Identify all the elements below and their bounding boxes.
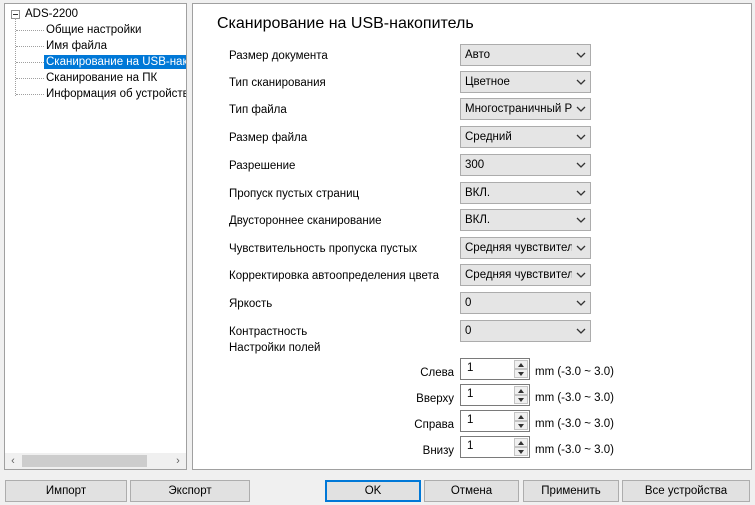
tree-item-label: Сканирование на USB-накопитель	[44, 55, 186, 69]
selected-value: Средняя чувствительность	[465, 269, 572, 281]
spin-down-icon[interactable]	[514, 421, 528, 430]
tree-item-scan-to-pc[interactable]: Сканирование на ПК	[16, 70, 159, 86]
cancel-button[interactable]: Отмена	[424, 480, 519, 502]
spin-down-icon[interactable]	[514, 447, 528, 456]
margin-top-range: mm (-3.0 ~ 3.0)	[535, 392, 614, 404]
selected-value: Цветное	[465, 76, 510, 88]
duplex-scan-select[interactable]: ВКЛ.	[460, 209, 591, 231]
selected-value: Многостраничный PDF	[465, 103, 572, 115]
spin-up-icon[interactable]	[514, 412, 528, 421]
settings-panel: Сканирование на USB-накопитель Размер до…	[192, 3, 752, 470]
chevron-down-icon	[572, 245, 590, 251]
spin-up-icon[interactable]	[514, 386, 528, 395]
page-title: Сканирование на USB-накопитель	[217, 15, 474, 32]
export-button[interactable]: Экспорт	[130, 480, 250, 502]
import-button[interactable]: Импорт	[5, 480, 127, 502]
tree-item-label: Информация об устройстве	[46, 88, 187, 100]
selected-value: Средняя чувствительность	[465, 242, 572, 254]
stepper-value[interactable]: 1	[467, 388, 473, 400]
file-size-select[interactable]: Средний	[460, 126, 591, 148]
selected-value: ВКЛ.	[465, 187, 491, 199]
chevron-down-icon	[572, 134, 590, 140]
spin-up-icon[interactable]	[514, 360, 528, 369]
brightness-select[interactable]: 0	[460, 292, 591, 314]
tree-item-label: Имя файла	[46, 40, 107, 52]
chevron-down-icon	[572, 217, 590, 223]
margin-right-stepper[interactable]: 1	[460, 410, 530, 432]
margin-right-label: Справа	[414, 419, 454, 431]
stepper-value[interactable]: 1	[467, 414, 473, 426]
skip-blank-sensitivity-select[interactable]: Средняя чувствительность	[460, 237, 591, 259]
brightness-label: Яркость	[229, 298, 273, 310]
skip-blank-page-select[interactable]: ВКЛ.	[460, 182, 591, 204]
margin-left-range: mm (-3.0 ~ 3.0)	[535, 366, 614, 378]
tree-root[interactable]: ADS-2200	[11, 6, 78, 22]
chevron-down-icon	[572, 272, 590, 278]
resolution-select[interactable]: 300	[460, 154, 591, 176]
chevron-down-icon	[572, 52, 590, 58]
selected-value: 300	[465, 159, 485, 171]
margin-top-label: Вверху	[416, 393, 454, 405]
stepper-buttons	[514, 360, 528, 378]
selected-value: 0	[465, 325, 472, 337]
chevron-down-icon	[572, 300, 590, 306]
tree-item-general[interactable]: Общие настройки	[16, 22, 143, 38]
margin-left-label: Слева	[420, 367, 454, 379]
tree-item-label: Сканирование на ПК	[46, 72, 158, 84]
scan-type-select[interactable]: Цветное	[460, 71, 591, 93]
spin-down-icon[interactable]	[514, 369, 528, 378]
chevron-down-icon	[572, 106, 590, 112]
skip-blank-sensitivity-label: Чувствительность пропуска пустых	[229, 243, 418, 255]
chevron-down-icon	[572, 190, 590, 196]
file-type-label: Тип файла	[229, 104, 287, 116]
resolution-label: Разрешение	[229, 160, 296, 172]
ok-button[interactable]: OK	[325, 480, 421, 502]
stepper-value[interactable]: 1	[467, 440, 473, 452]
chevron-down-icon	[572, 79, 590, 85]
file-type-select[interactable]: Многостраничный PDF	[460, 98, 591, 120]
file-size-label: Размер файла	[229, 132, 308, 144]
margin-bottom-stepper[interactable]: 1	[460, 436, 530, 458]
tree-item-scan-to-usb[interactable]: Сканирование на USB-накопитель	[16, 54, 186, 70]
tree-item-file-name[interactable]: Имя файла	[16, 38, 109, 54]
spin-down-icon[interactable]	[514, 395, 528, 404]
document-size-select[interactable]: Авто	[460, 44, 591, 66]
selected-value: ВКЛ.	[465, 214, 491, 226]
chevron-down-icon	[572, 162, 590, 168]
selected-value: Авто	[465, 49, 491, 61]
scroll-right-icon[interactable]: ›	[170, 453, 186, 469]
tree-root-label: ADS-2200	[25, 8, 79, 20]
selected-value: 0	[465, 297, 472, 309]
contrast-label: Контрастность	[229, 326, 308, 338]
margins-title: Настройки полей	[229, 342, 321, 354]
auto-color-detect-adjust-select[interactable]: Средняя чувствительность	[460, 264, 591, 286]
device-tree[interactable]: ADS-2200 Общие настройки Имя файла Скани…	[4, 3, 187, 470]
scroll-left-icon[interactable]: ‹	[5, 453, 21, 469]
tree-item-label: Общие настройки	[46, 24, 142, 36]
margin-left-stepper[interactable]: 1	[460, 358, 530, 380]
stepper-buttons	[514, 412, 528, 430]
margin-top-stepper[interactable]: 1	[460, 384, 530, 406]
tree-content: ADS-2200 Общие настройки Имя файла Скани…	[5, 4, 186, 453]
auto-color-detect-adjust-label: Корректировка автоопределения цвета	[229, 270, 439, 282]
contrast-select[interactable]: 0	[460, 320, 591, 342]
tree-horizontal-scrollbar[interactable]: ‹ ›	[5, 453, 186, 469]
document-size-label: Размер документа	[229, 50, 328, 62]
stepper-buttons	[514, 386, 528, 404]
spin-up-icon[interactable]	[514, 438, 528, 447]
chevron-down-icon	[572, 328, 590, 334]
tree-item-device-info[interactable]: Информация об устройстве	[16, 86, 187, 102]
selected-value: Средний	[465, 131, 512, 143]
scan-type-label: Тип сканирования	[229, 77, 326, 89]
apply-button[interactable]: Применить	[523, 480, 619, 502]
stepper-buttons	[514, 438, 528, 456]
stepper-value[interactable]: 1	[467, 362, 473, 374]
skip-blank-page-label: Пропуск пустых страниц	[229, 188, 360, 200]
margin-right-range: mm (-3.0 ~ 3.0)	[535, 418, 614, 430]
margin-bottom-range: mm (-3.0 ~ 3.0)	[535, 444, 614, 456]
scrollbar-thumb[interactable]	[22, 455, 147, 467]
all-devices-button[interactable]: Все устройства	[622, 480, 750, 502]
margin-bottom-label: Внизу	[422, 445, 454, 457]
duplex-scan-label: Двустороннее сканирование	[229, 215, 382, 227]
